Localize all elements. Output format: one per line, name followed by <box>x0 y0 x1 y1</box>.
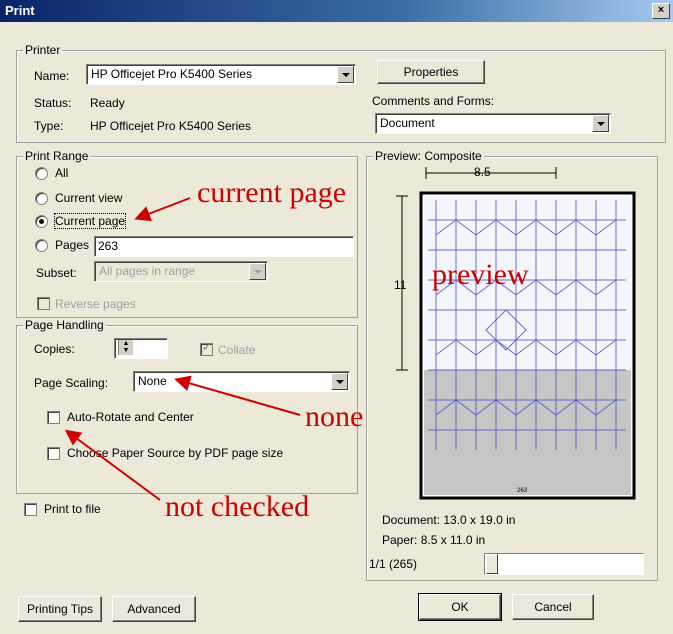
annotation-arrow-none <box>174 375 301 416</box>
annotation-arrow-not-checked <box>64 429 161 501</box>
annotation-current-page: current page <box>197 176 347 209</box>
annotation-not-checked: not checked <box>165 490 310 523</box>
annotation-none: none <box>305 400 364 433</box>
annotation-arrows <box>64 197 301 501</box>
annotation-arrow-current-page <box>134 197 191 222</box>
print-dialog: Print × Printer Name: HP Officejet Pro K… <box>0 0 673 634</box>
annotation-preview: preview <box>432 258 529 291</box>
